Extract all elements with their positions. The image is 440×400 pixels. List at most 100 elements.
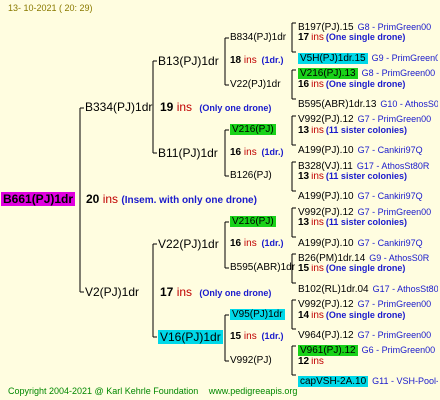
gen5-insem-row: 13 ins (11 sister colonies) (298, 218, 438, 228)
dam-insem-note: (Only one drone) (199, 288, 272, 298)
gen5-queen-row: V992(PJ).12 G7 - PrimGreen00 (298, 295, 438, 311)
ds-queen[interactable]: V22(PJ)1dr (158, 238, 219, 250)
gen5-insem-number: 15 (298, 264, 310, 275)
footer: Copyright 2004-2021 @ Karl Kehrle Founda… (8, 387, 297, 396)
gen5-insem-row: 16 ins (One single drone) (298, 80, 438, 90)
gen5-queen-name[interactable]: A199(PJ).10 (298, 145, 354, 156)
gen5-queen-name[interactable]: capVSH-2A.10 (298, 376, 369, 388)
gen5-queen-name[interactable]: B595(ABR)1dr.13 (298, 99, 376, 110)
sd-queen-name: B11(PJ)1dr (158, 146, 218, 160)
sss-queen[interactable]: B834(PJ)1dr (230, 33, 286, 43)
gen5-insem-number: 14 (298, 310, 310, 321)
sire-insem-number: 19 (160, 100, 174, 114)
gen5-insem-row: 13 ins (11 sister colonies) (298, 172, 438, 182)
sdd-queen-name: B126(PJ) (230, 170, 272, 181)
dss-queen[interactable]: V216(PJ) (230, 216, 276, 227)
gen5-origin: G8 - PrimGreen00 (357, 22, 432, 32)
gen5-insem-ins: ins (311, 33, 324, 44)
sd-insem-note: (1dr.) (261, 147, 284, 157)
dd-queen[interactable]: V16(PJ)1dr (158, 330, 223, 344)
sd-queen[interactable]: B11(PJ)1dr (158, 147, 218, 159)
gen5-insem-ins: ins (311, 172, 324, 182)
dds-queen[interactable]: V95(PJ)1dr (230, 309, 285, 320)
gen5-origin: G8 - PrimGreen00 (361, 68, 436, 79)
gen5-queen-name[interactable]: V992(PJ).12 (298, 207, 354, 218)
gen5-queen-name[interactable]: B102(RL)1dr.04 (298, 284, 369, 295)
dd-queen-name: V16(PJ)1dr (158, 330, 223, 344)
gen5-insem-number: 16 (298, 79, 310, 90)
sire-insem-note: (Only one drone) (199, 103, 272, 113)
dd-insem-ins: ins (243, 331, 257, 342)
sire-insem-ins: ins (176, 100, 193, 114)
gen5-queen-row: A199(PJ).10 G7 - Cankiri97Q (298, 141, 438, 157)
gen5-queen-name[interactable]: V216(PJ).13 (298, 68, 358, 80)
gen5-origin: G9 - AthosS0R (369, 253, 430, 263)
ds-queen-name: V22(PJ)1dr (158, 237, 219, 251)
ddd-queen[interactable]: V992(PJ) (230, 356, 272, 366)
ss-insem-info: 18 ins (1dr.) (230, 56, 284, 66)
ds-insem-info: 16 ins (1dr.) (230, 239, 284, 249)
ssd-queen[interactable]: V22(PJ)1dr (230, 80, 281, 90)
dss-queen-name: V216(PJ) (230, 216, 276, 227)
gen5-queen-name[interactable]: B26(PM)1dr.14 (298, 253, 365, 264)
dam-insem-ins: ins (176, 285, 193, 299)
gen5-queen-name[interactable]: A199(PJ).10 (298, 191, 354, 202)
ss-queen-name: B13(PJ)1dr (158, 54, 219, 68)
gen5-origin: G7 - Cankiri97Q (357, 237, 423, 248)
gen5-queen-row: V961(PJ).12 G6 - PrimGreen00 (298, 341, 438, 357)
gen5-queen-name[interactable]: B328(VJ).11 (298, 161, 353, 172)
root-insem-info: 20 ins (Insem. with only one drone) (86, 193, 257, 206)
pedigree-chart: 13- 10-2021 ( 20: 29) B661(PJ)1dr 20 ins… (0, 0, 440, 400)
root-queen[interactable]: B661(PJ)1dr (1, 192, 76, 206)
gen5-insem-row: 15 ins (One single drone) (298, 264, 438, 274)
ss-queen[interactable]: B13(PJ)1dr (158, 55, 219, 67)
gen5-insem-ins: ins (311, 356, 324, 367)
gen5-insem-note: (11 sister colonies) (325, 125, 407, 135)
gen5-queen-name[interactable]: V992(PJ).12 (298, 114, 354, 125)
sds-queen[interactable]: V216(PJ) (230, 124, 276, 135)
ss-insem-note: (1dr.) (261, 55, 284, 65)
gen5-insem-note: (One single drone) (325, 264, 406, 274)
gen5-origin: G17 - AthosSt80R (372, 283, 438, 294)
gen5-queen-row: B102(RL)1dr.04 G17 - AthosSt80R (298, 280, 438, 296)
ds-insem-number: 16 (230, 238, 242, 249)
gen5-queen-row: capVSH-2A.10G11 - VSH-Pool-AR (298, 372, 438, 388)
gen5-origin: G7 - PrimGreen00 (357, 299, 432, 310)
gen5-queen-name[interactable]: V964(PJ).12 (298, 330, 354, 341)
gen5-insem-note: (11 sister colonies) (325, 172, 407, 181)
gen5-queen-row: V992(PJ).12 G7 - PrimGreen00 (298, 203, 438, 219)
ss-insem-number: 18 (230, 55, 242, 66)
sd-insem-info: 16 ins (1dr.) (230, 148, 284, 158)
footer-copyright: Copyright 2004-2021 @ Karl Kehrle Founda… (8, 386, 199, 396)
gen5-insem-number: 12 (298, 356, 310, 367)
dam-queen-name: V2(PJ)1dr (85, 285, 140, 299)
gen5-insem-number: 13 (298, 125, 310, 136)
dsd-queen-name: B595(ABR)1dr (230, 262, 296, 273)
dam-insem-number: 17 (160, 285, 174, 299)
sire-insem-info: 19 ins (Only one drone) (160, 101, 271, 113)
gen5-queen-name[interactable]: V961(PJ).12 (298, 345, 358, 357)
gen5-insem-row: 14 ins (One single drone) (298, 311, 438, 321)
gen5-queen-name[interactable]: B197(PJ).15 (298, 22, 354, 33)
sire-queen[interactable]: B334(PJ)1dr (85, 101, 152, 113)
gen5-insem-ins: ins (311, 218, 324, 229)
gen5-insem-note: (One single drone) (325, 310, 406, 320)
sds-queen-name: V216(PJ) (230, 124, 276, 135)
gen5-queen-name[interactable]: A199(PJ).10 (298, 238, 354, 249)
root-queen-name: B661(PJ)1dr (1, 192, 76, 206)
gen5-origin: G7 - PrimGreen00 (357, 206, 432, 217)
gen5-insem-ins: ins (311, 79, 324, 90)
footer-url[interactable]: www.pedigreeapis.org (209, 386, 298, 396)
gen5-origin: G7 - PrimGreen00 (357, 330, 432, 340)
gen5-queen-name[interactable]: V992(PJ).12 (298, 299, 354, 310)
ddd-queen-name: V992(PJ) (230, 355, 272, 366)
gen5-queen-row: B328(VJ).11 G17 - AthosSt80R (298, 157, 438, 173)
gen5-insem-row: 12 ins (298, 357, 438, 367)
dsd-queen[interactable]: B595(ABR)1dr (230, 263, 295, 273)
date-line: 13- 10-2021 ( 20: 29) (8, 3, 93, 13)
sdd-queen[interactable]: B126(PJ) (230, 171, 272, 181)
gen5-origin: G9 - PrimGreen00 (371, 52, 438, 63)
gen5-queen-name[interactable]: V5H(PJ)1dr.15 (298, 52, 368, 64)
gen5-origin: G17 - AthosSt80R (356, 160, 430, 171)
dam-queen[interactable]: V2(PJ)1dr (85, 286, 139, 298)
